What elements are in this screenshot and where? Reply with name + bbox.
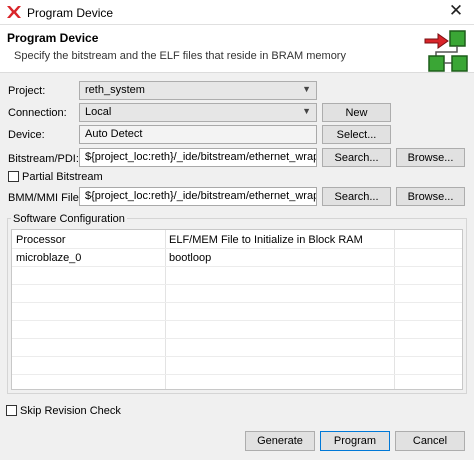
bmm-label: BMM/MMI File: [8,192,82,204]
connection-label: Connection: [8,107,67,119]
skip-revision-label: Skip Revision Check [20,405,121,417]
program-device-icon [424,30,468,72]
column-divider [394,230,395,389]
close-icon[interactable]: ✕ [446,1,466,21]
bmm-field[interactable]: ${project_loc:reth}/_ide/bitstream/ether… [79,187,317,206]
title-bar: Program Device ✕ [0,0,474,25]
row-divider [12,302,462,303]
bitstream-browse-button[interactable]: Browse... [396,148,465,167]
bmm-search-button[interactable]: Search... [322,187,391,206]
window-title: Program Device [27,6,114,20]
row-divider [12,374,462,375]
project-select[interactable]: reth_system ▼ [79,81,317,100]
table-cell-elf-file[interactable]: bootloop [169,252,211,264]
dialog-banner: Program Device Specify the bitstream and… [0,25,474,73]
software-configuration-table: Processor ELF/MEM File to Initialize in … [11,229,463,390]
generate-button[interactable]: Generate [245,431,315,451]
partial-bitstream-label: Partial Bitstream [22,171,103,183]
column-header-elf[interactable]: ELF/MEM File to Initialize in Block RAM [169,234,363,246]
select-device-button[interactable]: Select... [322,125,391,144]
program-button[interactable]: Program [320,431,390,451]
banner-subtitle: Specify the bitstream and the ELF files … [14,50,346,62]
row-divider [12,284,462,285]
chevron-down-icon: ▼ [302,106,311,116]
column-header-processor[interactable]: Processor [16,234,66,246]
row-divider [12,338,462,339]
row-divider [12,248,462,249]
banner-title: Program Device [7,31,99,45]
row-divider [12,266,462,267]
column-divider [165,230,166,389]
bitstream-search-button[interactable]: Search... [322,148,391,167]
row-divider [12,356,462,357]
bitstream-label: Bitstream/PDI: [8,153,79,165]
bmm-browse-button[interactable]: Browse... [396,187,465,206]
skip-revision-checkbox[interactable] [6,405,17,416]
chevron-down-icon: ▼ [302,84,311,94]
xilinx-logo-icon [7,6,21,18]
connection-value: Local [85,106,112,118]
row-divider [12,320,462,321]
device-field: Auto Detect [79,125,317,144]
software-configuration-title: Software Configuration [11,213,127,225]
project-value: reth_system [85,84,145,96]
bitstream-field[interactable]: ${project_loc:reth}/_ide/bitstream/ether… [79,148,317,167]
device-label: Device: [8,129,45,141]
partial-bitstream-checkbox[interactable] [8,171,19,182]
project-label: Project: [8,85,46,97]
new-connection-button[interactable]: New [322,103,391,122]
table-cell-processor[interactable]: microblaze_0 [16,252,81,264]
cancel-button[interactable]: Cancel [395,431,465,451]
connection-select[interactable]: Local ▼ [79,103,317,122]
